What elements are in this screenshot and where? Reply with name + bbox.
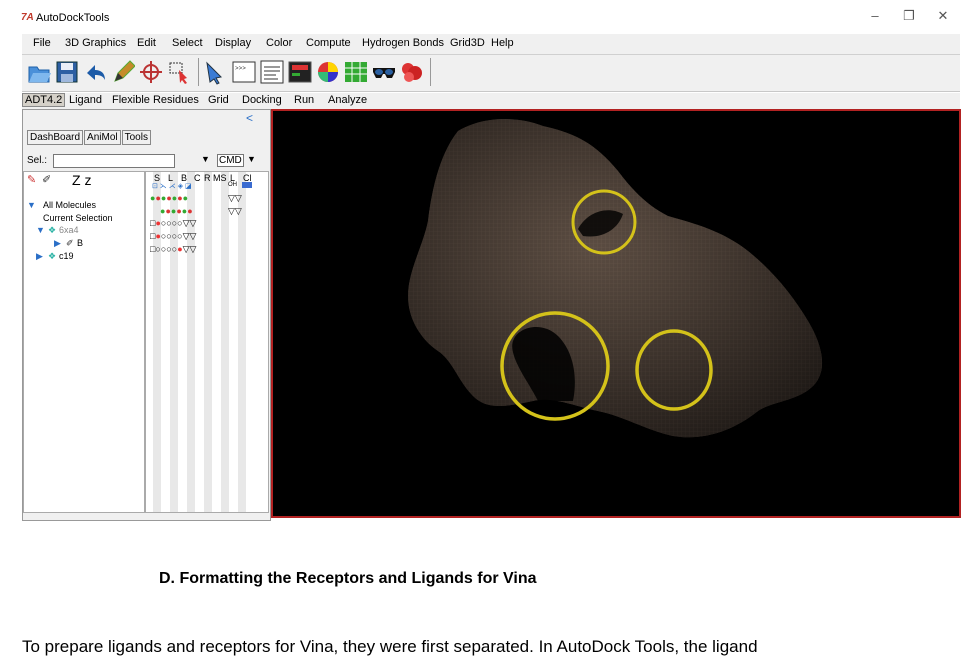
cell-dots[interactable]: ●●●●●●●: [150, 194, 188, 203]
menu-display[interactable]: Display: [215, 37, 251, 49]
pencil-icon[interactable]: [111, 59, 135, 85]
minimize-button[interactable]: –: [860, 8, 890, 23]
cmd-selector[interactable]: CMD: [217, 154, 244, 167]
chain-icon: ✐: [66, 238, 74, 248]
cell-triangles[interactable]: ▽▽: [228, 207, 242, 216]
menu-file[interactable]: File: [33, 37, 51, 49]
surface-molecule-icon[interactable]: [400, 59, 424, 85]
center-target-icon[interactable]: [139, 59, 163, 85]
tree-zoom-label[interactable]: Z z: [72, 172, 91, 188]
toolbar-separator: [430, 58, 431, 86]
module-grid[interactable]: Grid: [208, 94, 229, 106]
tree-item-all-molecules[interactable]: All Molecules: [43, 200, 96, 210]
grid-display-icon[interactable]: [344, 59, 368, 85]
module-docking[interactable]: Docking: [242, 94, 282, 106]
window-title: AutoDockTools: [36, 12, 110, 24]
tree-pencil-icon[interactable]: ✐: [42, 173, 51, 186]
toolbar: >>>: [22, 55, 960, 92]
col-header-c: C: [194, 173, 201, 183]
grid-column: [221, 172, 229, 512]
color-ball-icon[interactable]: [316, 59, 340, 85]
molecular-surface-view: [408, 119, 823, 438]
cmd-dropdown-icon[interactable]: ▼: [247, 154, 256, 164]
selection-dropdown-icon[interactable]: ▼: [201, 154, 210, 164]
module-flexible-residues[interactable]: Flexible Residues: [112, 94, 199, 106]
selection-input[interactable]: [53, 154, 175, 168]
expand-triangle-icon[interactable]: ▼: [36, 225, 45, 235]
undo-icon[interactable]: [83, 59, 107, 85]
python-shell-icon[interactable]: >>>: [232, 59, 256, 85]
collapse-triangle-icon[interactable]: ▶: [36, 251, 43, 262]
collapse-triangle-icon[interactable]: ▶: [54, 238, 61, 249]
menu-compute[interactable]: Compute: [306, 37, 351, 49]
module-run[interactable]: Run: [294, 94, 314, 106]
toolbar-separator: [198, 58, 199, 86]
pointer-icon[interactable]: [204, 59, 228, 85]
grid-column: [204, 172, 212, 512]
monitor-icon[interactable]: [288, 59, 312, 85]
title-bar: 7A AutoDockTools – ❐ ✕: [0, 0, 975, 34]
col-sub-oh: OH: [228, 182, 237, 188]
tree-item-6xa4[interactable]: 6xa4: [59, 225, 79, 235]
menu-edit[interactable]: Edit: [137, 37, 156, 49]
molecule-icon: ❖: [48, 251, 57, 261]
cell-dots[interactable]: ●●●●●●: [160, 207, 193, 216]
autodocktools-icon: 7A: [21, 12, 34, 23]
tree-item-current-selection[interactable]: Current Selection: [43, 213, 113, 223]
menu-bar: File 3D Graphics Edit Select Display Col…: [22, 34, 960, 55]
tree-item-c19[interactable]: c19: [59, 251, 74, 261]
menu-3d-graphics[interactable]: 3D Graphics: [65, 37, 126, 49]
svg-text:>>>: >>>: [235, 65, 246, 72]
col-header-ms: MS: [213, 173, 227, 183]
stereo-glasses-icon[interactable]: [372, 59, 396, 85]
3d-viewer[interactable]: [271, 109, 961, 518]
surface-shading: [408, 119, 823, 438]
header-icon-row: ⊡ ⋋ ⋌ ◈ ◪: [152, 183, 192, 190]
body-paragraph: To prepare ligands and receptors for Vin…: [22, 637, 758, 656]
cell-row-6xa4[interactable]: □●○○○○▽▽: [150, 219, 196, 228]
molecule-icon: ❖: [48, 225, 57, 235]
section-heading: D. Formatting the Receptors and Ligands …: [159, 570, 537, 587]
text-lines-icon[interactable]: [260, 59, 284, 85]
tab-animol[interactable]: AniMol: [84, 130, 121, 145]
open-folder-icon[interactable]: [27, 59, 51, 85]
tree-select-icon[interactable]: ✎: [27, 173, 36, 186]
cell-row-b[interactable]: □●○○○○▽▽: [150, 232, 196, 241]
panel-tabs: DashBoard AniMol Tools: [27, 130, 152, 145]
menu-color[interactable]: Color: [266, 37, 292, 49]
module-ligand[interactable]: Ligand: [69, 94, 102, 106]
tab-dashboard[interactable]: DashBoard: [27, 130, 84, 145]
expand-triangle-icon[interactable]: ▼: [27, 200, 36, 210]
close-button[interactable]: ✕: [928, 8, 958, 24]
cell-row-c19[interactable]: □○○○○●▽▽: [150, 245, 196, 254]
module-bar: ADT4.2 Ligand Flexible Residues Grid Doc…: [22, 93, 960, 109]
tab-tools[interactable]: Tools: [121, 130, 151, 145]
tree-item-chain-b[interactable]: B: [77, 238, 83, 248]
menu-hydrogen-bonds[interactable]: Hydrogen Bonds: [362, 37, 444, 49]
sel-label: Sel.:: [27, 155, 48, 166]
select-icon[interactable]: [167, 59, 191, 85]
cell-triangles[interactable]: ▽▽: [228, 194, 242, 203]
menu-help[interactable]: Help: [491, 37, 514, 49]
grid-column: [238, 172, 246, 512]
dashboard-panel: DashBoard AniMol Tools Sel.: ▼ CMD ▼ ✎ ✐ Z…: [22, 109, 271, 521]
representation-grid: S L B C R MS L Cl OH ⊡ ⋋ ⋌ ◈ ◪ ●●●●●●● ▽…: [145, 171, 269, 513]
molecule-tree: ✎ ✐ Z z ▼ All Molecules Current Selectio…: [23, 171, 145, 513]
save-icon[interactable]: [55, 59, 79, 85]
color-header-icon: [242, 182, 252, 188]
menu-select[interactable]: Select: [172, 37, 203, 49]
col-header-r: R: [204, 173, 211, 183]
module-adt42[interactable]: ADT4.2: [22, 93, 66, 107]
collapse-panel-icon[interactable]: <: [246, 111, 253, 125]
menu-grid3d[interactable]: Grid3D: [450, 37, 485, 49]
maximize-button[interactable]: ❐: [894, 8, 924, 24]
module-analyze[interactable]: Analyze: [328, 94, 367, 106]
